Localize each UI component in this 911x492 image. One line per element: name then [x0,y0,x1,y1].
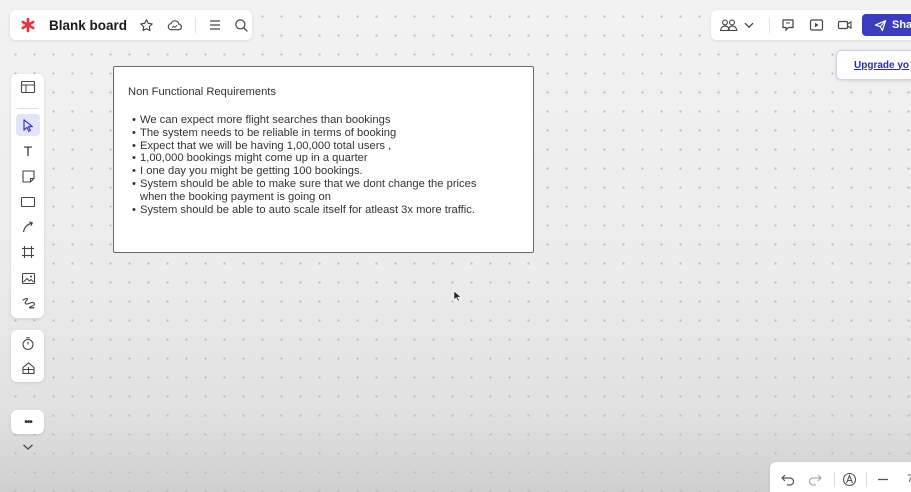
sticky-note-icon[interactable] [16,165,40,187]
send-icon [874,19,887,31]
list-item: I one day you might be getting 100 booki… [132,165,487,178]
more-tools: ••• [11,410,44,434]
people-icon[interactable] [719,18,739,32]
search-icon[interactable] [234,18,249,33]
divider [866,472,867,487]
left-toolbar: T [11,74,44,318]
more-icon[interactable]: ••• [16,411,40,433]
card-title: Non Functional Requirements [128,86,276,98]
left-toolbar-extras [11,330,44,382]
list-item: System should be able to auto scale itse… [132,204,487,217]
list-item: Expect that we will be having 1,00,000 t… [132,140,487,153]
board-header: Blank board [10,10,252,40]
video-icon[interactable] [837,18,853,32]
pen-icon[interactable] [16,292,40,314]
divider [17,108,38,109]
divider [195,17,197,33]
board-title[interactable]: Blank board [49,18,127,33]
chevron-down-icon[interactable] [16,438,40,456]
list-item: 1,00,000 bookings might come up in a qua… [132,152,487,165]
list-item: The system needs to be reliable in terms… [132,127,487,140]
star-icon[interactable] [139,18,154,33]
shape-icon[interactable] [16,191,40,213]
list-item: System should be able to make sure that … [132,178,487,204]
connection-line-icon[interactable] [16,216,40,238]
present-icon[interactable] [809,18,824,32]
divider [834,472,835,487]
chevron-down-icon[interactable] [743,20,755,30]
menu-icon[interactable] [208,19,222,31]
share-label: Sha [892,19,911,31]
cloud-icon[interactable] [166,18,183,33]
requirements-list: We can expect more flight searches than … [132,114,487,216]
image-icon[interactable] [16,267,40,289]
comment-icon[interactable] [781,18,795,32]
timer-icon[interactable] [16,332,40,354]
bottom-controls: 7 [770,462,911,492]
divider [769,17,770,33]
share-button[interactable]: Sha [862,14,911,36]
frame-icon[interactable] [16,241,40,263]
text-icon[interactable]: T [16,140,40,162]
redo-icon[interactable] [807,472,823,486]
zoom-out-icon[interactable] [877,478,889,481]
miro-logo-icon[interactable] [20,17,36,33]
upgrade-banner: Upgrade yo [836,50,911,80]
upgrade-link[interactable]: Upgrade yo [854,60,909,71]
list-item: We can expect more flight searches than … [132,114,487,127]
apps-icon[interactable] [16,357,40,379]
templates-icon[interactable] [16,76,40,98]
undo-icon[interactable] [780,472,796,486]
select-icon[interactable] [16,114,40,136]
text-card[interactable]: Non Functional Requirements We can expec… [113,66,534,253]
accessibility-icon[interactable] [842,472,857,487]
mouse-cursor-icon [453,289,463,307]
zoom-level: 7 [907,473,911,485]
